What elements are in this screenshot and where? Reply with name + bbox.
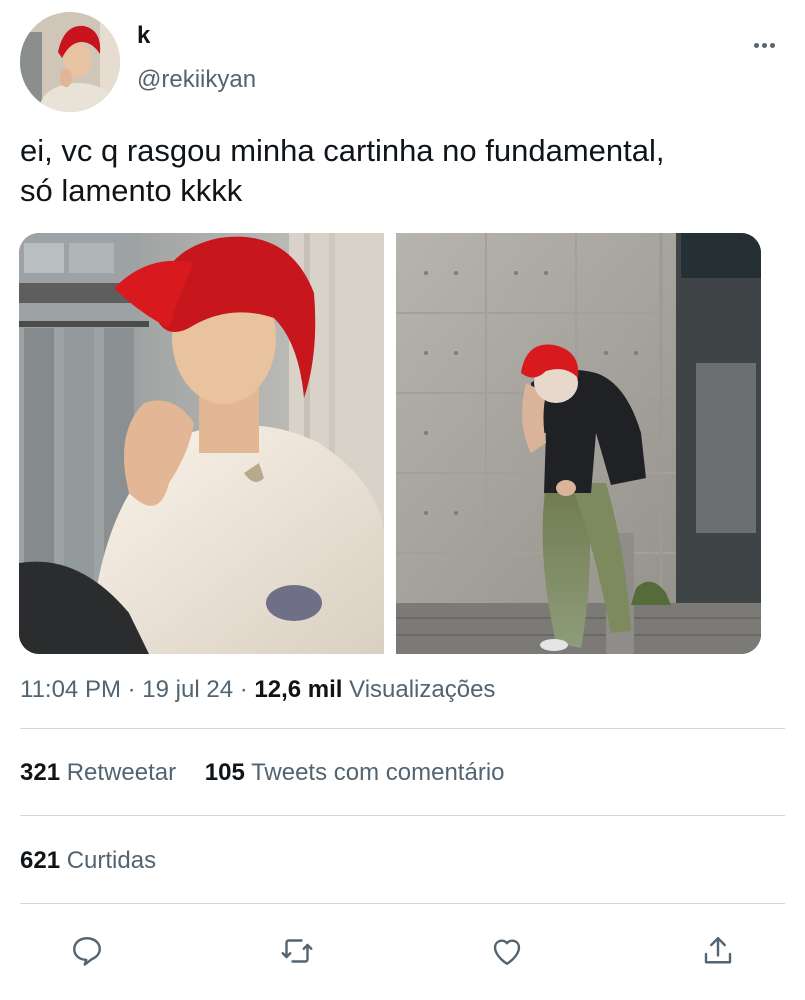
photo-concrete-wall [396, 233, 761, 654]
action-bar [0, 930, 805, 972]
share-button[interactable] [697, 930, 739, 972]
tweet-media [19, 233, 761, 654]
retweet-icon [281, 939, 313, 963]
retweets-stat[interactable]: 321 Retweetar [20, 759, 183, 786]
heart-icon [493, 939, 521, 965]
meta-separator: · [127, 676, 143, 703]
likes-count: 621 [20, 847, 61, 874]
avatar-image [20, 12, 120, 112]
tweet-text: ei, vc q rasgou minha cartinha no fundam… [20, 133, 665, 208]
likes-label: Curtidas [66, 847, 157, 874]
views-label: Visualizações [349, 676, 496, 703]
tweet-date[interactable]: 19 jul 24 [142, 676, 233, 703]
reply-icon [73, 937, 101, 966]
share-icon [704, 937, 732, 964]
quotes-count: 105 [204, 759, 245, 786]
meta-separator: · [239, 676, 255, 703]
media-photo-2[interactable] [396, 233, 761, 654]
avatar[interactable] [20, 12, 120, 112]
retweet-button[interactable] [276, 930, 318, 972]
likes-stat[interactable]: 621 Curtidas [20, 847, 156, 874]
divider [20, 728, 785, 729]
tweet-meta: 11:04 PM · 19 jul 24 · 12,6 mil Visualiz… [20, 676, 495, 704]
divider [20, 815, 785, 816]
tweet-detail: k @rekiikyan ei, vc q rasgou minha carti… [0, 0, 805, 1000]
stats-row-likes: 621 Curtidas [20, 847, 156, 875]
user-handle[interactable]: @rekiikyan [137, 66, 256, 94]
photo-portrait-window [19, 233, 384, 654]
display-name[interactable]: k [137, 22, 150, 50]
divider [20, 903, 785, 904]
like-button[interactable] [486, 930, 528, 972]
reply-button[interactable] [66, 930, 108, 972]
stats-row-shares: 321 Retweetar 105 Tweets com comentário [20, 759, 505, 787]
more-horizontal-icon [753, 42, 759, 48]
retweets-count: 321 [20, 759, 61, 786]
quotes-label: Tweets com comentário [251, 759, 505, 786]
more-options-button[interactable] [746, 30, 782, 60]
quotes-stat[interactable]: 105 Tweets com comentário [205, 759, 505, 786]
retweets-label: Retweetar [66, 759, 177, 786]
tweet-time[interactable]: 11:04 PM [20, 676, 121, 703]
media-photo-1[interactable] [19, 233, 384, 654]
views-count: 12,6 mil [254, 676, 343, 703]
